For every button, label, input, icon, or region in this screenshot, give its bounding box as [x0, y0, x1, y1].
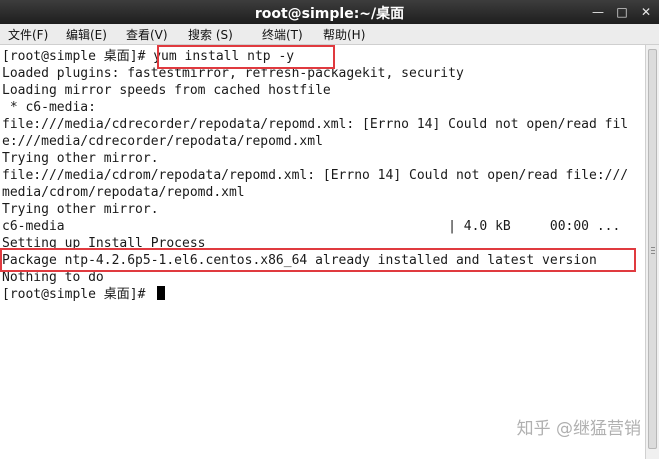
terminal-line: media/cdrom/repodata/repomd.xml: [2, 185, 245, 200]
window-controls: — □ ✕: [591, 4, 653, 20]
maximize-icon[interactable]: □: [615, 4, 629, 20]
terminal-output[interactable]: [root@simple 桌面]# yum install ntp -y Loa…: [0, 45, 645, 459]
terminal-line: file:///media/cdrecorder/repodata/repomd…: [2, 117, 629, 132]
scrollbar-grip: [651, 253, 655, 254]
terminal-line: Loading mirror speeds from cached hostfi…: [2, 83, 331, 98]
terminal-prompt-line: [root@simple 桌面]#: [2, 286, 166, 303]
terminal-line: e:///media/cdrecorder/repodata/repomd.xm…: [2, 134, 323, 149]
terminal-prompt: [root@simple 桌面]#: [2, 287, 154, 302]
text-cursor: [157, 286, 166, 300]
watermark: 知乎 @继猛营销: [516, 419, 641, 439]
scrollbar-thumb[interactable]: [648, 49, 657, 449]
package-highlight-box: [0, 248, 636, 272]
scrollbar-grip: [651, 247, 655, 248]
menu-file[interactable]: 文件(F): [8, 26, 48, 43]
terminal-window: root@simple:~/桌面 — □ ✕ 文件(F) 编辑(E) 查看(V)…: [0, 0, 659, 459]
terminal-line: Trying other mirror.: [2, 202, 159, 217]
menu-view[interactable]: 查看(V): [126, 26, 168, 43]
menu-bar: 文件(F) 编辑(E) 查看(V) 搜索 (S) 终端(T) 帮助(H): [0, 24, 659, 45]
scrollbar-grip: [651, 250, 655, 251]
menu-search[interactable]: 搜索 (S): [188, 26, 233, 43]
window-title: root@simple:~/桌面: [254, 6, 405, 22]
menu-terminal[interactable]: 终端(T): [262, 26, 303, 43]
terminal-line: * c6-media:: [2, 100, 96, 115]
menu-help[interactable]: 帮助(H): [323, 26, 365, 43]
menu-edit[interactable]: 编辑(E): [66, 26, 107, 43]
minimize-icon[interactable]: —: [591, 4, 605, 20]
close-icon[interactable]: ✕: [639, 4, 653, 20]
terminal-line: c6-media | 4.0 kB 00:00 ...: [2, 219, 621, 234]
scrollbar[interactable]: [645, 45, 659, 459]
terminal-line: Trying other mirror.: [2, 151, 159, 166]
command-highlight-box: [157, 45, 335, 69]
title-bar[interactable]: root@simple:~/桌面 — □ ✕: [0, 0, 659, 24]
terminal-line: file:///media/cdrom/repodata/repomd.xml:…: [2, 168, 629, 183]
